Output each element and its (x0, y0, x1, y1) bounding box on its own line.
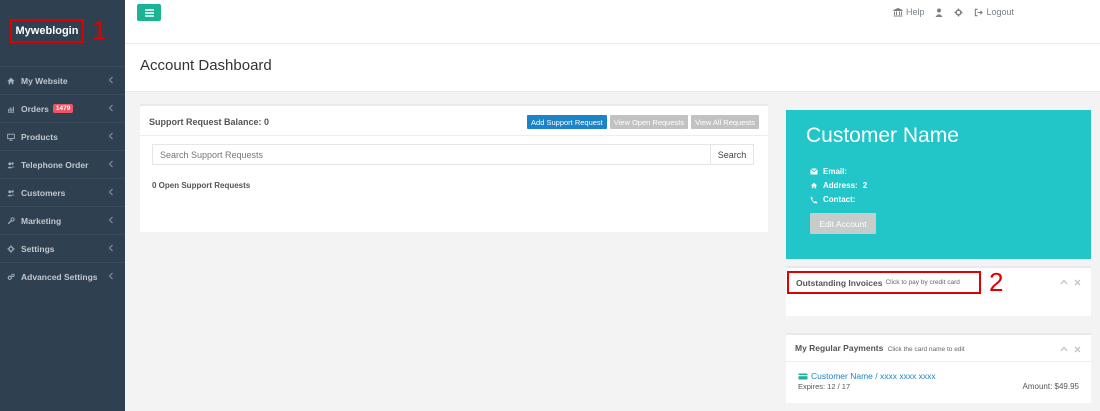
chevron-left-icon (108, 132, 113, 140)
chevron-up-icon[interactable] (1060, 279, 1068, 285)
chevron-left-icon (108, 104, 113, 112)
users-icon (6, 160, 16, 170)
sidebar-item-marketing[interactable]: Marketing (0, 206, 125, 234)
gear-icon[interactable] (954, 7, 964, 17)
payment-amount: Amount: $49.95 (1022, 382, 1079, 391)
sidebar-item-advanced-settings[interactable]: Advanced Settings (0, 262, 125, 290)
page-title: Account Dashboard (140, 57, 272, 74)
users-icon (6, 188, 16, 198)
edit-account-button[interactable]: Edit Account (810, 213, 876, 234)
sidebar-item-label: Orders (21, 103, 49, 114)
sidebar-item-label: Advanced Settings (21, 271, 98, 282)
invoices-title: Outstanding Invoices (796, 277, 883, 288)
phone-icon (810, 196, 818, 203)
top-links: Help Logout (893, 7, 1014, 17)
wrench-icon (6, 216, 16, 226)
panel-divider (140, 135, 768, 136)
logout-link[interactable]: Logout (974, 7, 1014, 17)
panel-divider (786, 361, 1091, 362)
panel-tools (1060, 279, 1081, 286)
invoices-subtitle: Click to pay by credit card (885, 279, 960, 286)
chevron-left-icon (108, 272, 113, 280)
sidebar-item-orders[interactable]: Orders 1479 (0, 94, 125, 122)
support-balance-label: Support Request Balance: 0 (149, 117, 270, 127)
sidebar-item-products[interactable]: Products (0, 122, 125, 150)
chevron-left-icon (108, 76, 113, 84)
support-search-input[interactable]: Search Support Requests (153, 145, 710, 164)
sidebar: Myweblogin 1 My Website Orders 1479 Prod… (0, 0, 125, 411)
support-search: Search Support Requests Search (152, 144, 754, 165)
payments-header: My Regular Payments Click the card name … (795, 343, 965, 353)
sidebar-item-label: My Website (21, 75, 68, 86)
sidebar-item-label: Telephone Order (21, 159, 89, 170)
brand-logo[interactable]: Myweblogin (10, 19, 84, 43)
annotation-marker-1: 1 (92, 15, 107, 45)
bar-chart-icon (6, 104, 16, 114)
close-icon[interactable] (1074, 279, 1081, 286)
monitor-icon (6, 132, 16, 142)
contact-label: Contact: (823, 195, 856, 204)
sidebar-item-telephone-order[interactable]: Telephone Order (0, 150, 125, 178)
user-icon[interactable] (935, 8, 943, 17)
sign-out-icon (975, 8, 984, 16)
logout-label: Logout (986, 7, 1014, 17)
sidebar-item-customers[interactable]: Customers (0, 178, 125, 206)
page-heading: Account Dashboard (125, 44, 1100, 92)
home-icon (810, 182, 818, 189)
chevron-up-icon[interactable] (1060, 346, 1068, 352)
chevron-left-icon (108, 216, 113, 224)
address-value: 2 (862, 181, 868, 190)
sidebar-item-settings[interactable]: Settings (0, 234, 125, 262)
menu-toggle-button[interactable] (137, 4, 161, 21)
hamburger-icon (144, 8, 154, 17)
help-label: Help (905, 7, 925, 17)
card-expires: Expires: 12 / 17 (798, 382, 851, 391)
help-link[interactable]: Help (893, 7, 925, 17)
gears-icon (6, 272, 16, 282)
sidebar-item-my-website[interactable]: My Website (0, 66, 125, 94)
panel-tools (1060, 346, 1081, 353)
support-actions: Add Support Request View Open Requests V… (527, 115, 759, 129)
credit-card-icon (798, 373, 808, 379)
email-label: Email: (823, 167, 848, 176)
annotation-marker-2: 2 (989, 267, 1004, 297)
sidebar-item-label: Products (21, 131, 58, 142)
customer-email-row: Email: (810, 167, 847, 176)
sidebar-nav: My Website Orders 1479 Products Telephon… (0, 66, 125, 290)
chevron-left-icon (108, 188, 113, 196)
sidebar-item-label: Marketing (21, 215, 62, 226)
outstanding-invoices-panel: Outstanding Invoices Click to pay by cre… (786, 266, 1091, 316)
support-request-panel: Support Request Balance: 0 Add Support R… (140, 104, 768, 232)
view-open-requests-button[interactable]: View Open Requests (609, 115, 689, 129)
chevron-left-icon (108, 160, 113, 168)
chevron-left-icon (108, 244, 113, 252)
open-requests-count: 0 Open Support Requests (152, 181, 251, 190)
search-button[interactable]: Search (710, 145, 753, 164)
customer-address-row: Address: 2 (810, 181, 867, 190)
envelope-icon (810, 168, 818, 175)
home-icon (6, 76, 16, 86)
customer-contact-row: Contact: (810, 195, 855, 204)
customer-name: Customer Name (806, 124, 959, 147)
add-support-request-button[interactable]: Add Support Request (527, 115, 607, 129)
address-label: Address: (823, 181, 858, 190)
outstanding-invoices-header[interactable]: Outstanding Invoices Click to pay by cre… (787, 271, 981, 294)
top-navbar: Help Logout (125, 0, 1100, 44)
payments-subtitle: Click the card name to edit (887, 346, 965, 353)
gear-icon (6, 244, 16, 254)
orders-count-badge: 1479 (52, 104, 74, 113)
sidebar-item-label: Customers (21, 187, 66, 198)
payments-title: My Regular Payments (795, 343, 884, 353)
card-link[interactable]: Customer Name / xxxx xxxx xxxx (798, 371, 936, 381)
card-link-label: Customer Name / xxxx xxxx xxxx (811, 371, 936, 381)
sidebar-item-label: Settings (21, 243, 55, 254)
bank-icon (893, 7, 903, 16)
view-all-requests-button[interactable]: View All Requests (691, 115, 759, 129)
close-icon[interactable] (1074, 346, 1081, 353)
regular-payments-panel: My Regular Payments Click the card name … (786, 333, 1091, 403)
customer-card: Customer Name Email: Address: 2 Contact:… (786, 110, 1091, 259)
